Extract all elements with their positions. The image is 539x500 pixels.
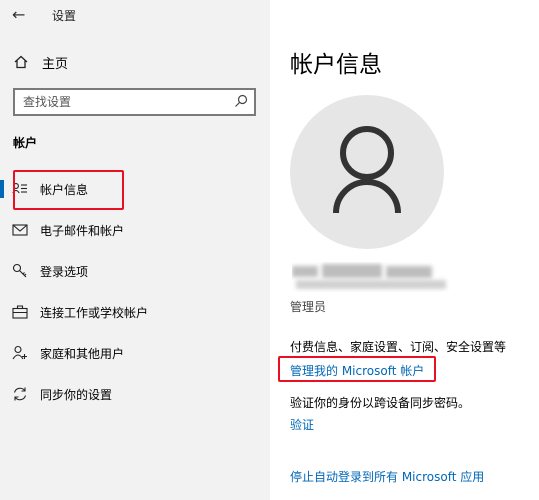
sidebar-item-sync[interactable]: 同步你的设置: [0, 377, 270, 411]
sidebar-item-work-school[interactable]: 连接工作或学校帐户: [0, 295, 270, 329]
sync-icon: [12, 386, 28, 402]
sidebar-item-label: 同步你的设置: [40, 387, 113, 402]
mail-icon: [12, 222, 28, 238]
home-nav-item[interactable]: 主页: [14, 52, 68, 72]
home-label: 主页: [42, 56, 69, 72]
verify-link[interactable]: 验证: [290, 416, 314, 433]
user-avatar-icon: [333, 126, 401, 214]
active-indicator: [0, 180, 4, 198]
billing-description: 付费信息、家庭设置、订阅、安全设置等: [290, 340, 507, 354]
briefcase-icon: [12, 304, 28, 320]
section-heading: 帐户: [13, 136, 38, 150]
main-content: 帐户信息 管理员 付费信息、家庭设置、订阅、安全设置等 管理我的 Microso…: [270, 0, 539, 500]
person-add-icon: [12, 345, 28, 361]
sidebar-item-label: 电子邮件和帐户: [40, 223, 125, 238]
home-icon: [14, 55, 28, 69]
sidebar-item-label: 连接工作或学校帐户: [40, 305, 149, 320]
sidebar-item-family[interactable]: 家庭和其他用户: [0, 336, 270, 370]
sidebar-item-sign-in-options[interactable]: 登录选项: [0, 254, 270, 288]
search-box[interactable]: [13, 88, 256, 116]
sidebar: ← 设置 主页 帐户 帐户信息: [0, 0, 270, 500]
avatar: [290, 95, 444, 249]
key-icon: [12, 263, 28, 279]
search-icon[interactable]: [234, 94, 248, 108]
search-input[interactable]: [23, 93, 228, 111]
highlight-box-manage-account: [278, 356, 436, 382]
sidebar-item-label: 登录选项: [40, 264, 89, 279]
stop-auto-sign-in-link[interactable]: 停止自动登录到所有 Microsoft 应用: [290, 468, 484, 485]
window-title: 设置: [52, 9, 77, 23]
title-bar: ← 设置: [0, 0, 270, 30]
page-title: 帐户信息: [290, 52, 382, 78]
account-role: 管理员: [290, 300, 327, 314]
verify-description: 验证你的身份以跨设备同步密码。: [290, 396, 471, 410]
back-arrow-icon[interactable]: ←: [12, 5, 25, 24]
sidebar-item-email[interactable]: 电子邮件和帐户: [0, 213, 270, 247]
highlight-box-account-info: [13, 170, 124, 210]
redacted-user-name: [292, 262, 452, 292]
sidebar-item-label: 家庭和其他用户: [40, 346, 125, 361]
